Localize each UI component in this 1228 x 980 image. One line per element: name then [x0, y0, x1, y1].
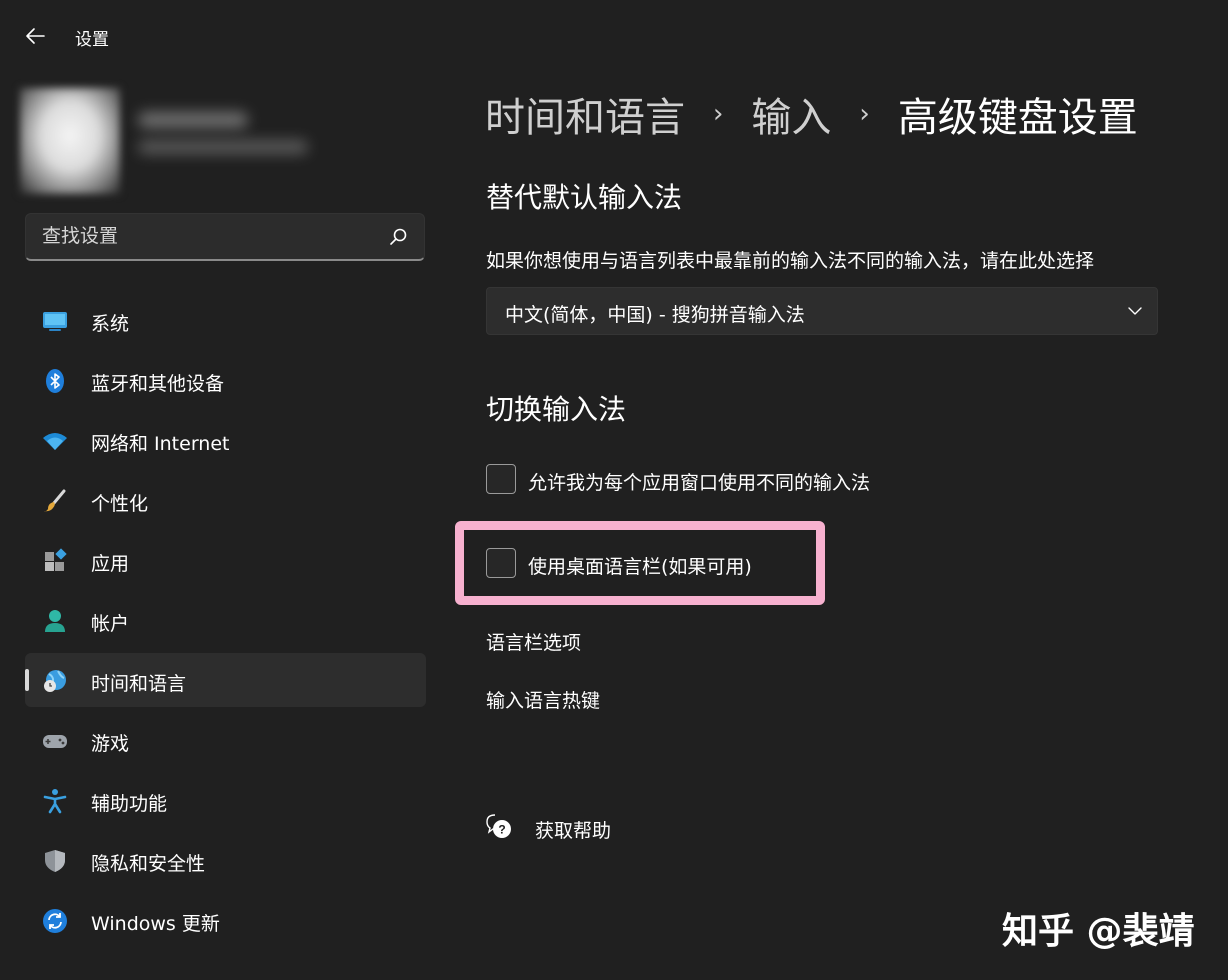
sidebar-item-label: 游戏: [91, 733, 130, 755]
sidebar-item-label: 应用: [91, 553, 130, 575]
input-language-hotkeys-link[interactable]: 输入语言热键: [486, 686, 600, 713]
arrow-left-icon: [26, 28, 45, 44]
watermark: 知乎 @裴靖: [1002, 911, 1195, 952]
desktop-language-bar-option[interactable]: 使用桌面语言栏(如果可用): [486, 548, 786, 580]
wifi-icon: [43, 433, 67, 450]
user-profile[interactable]: [20, 88, 320, 194]
breadcrumb-separator: ›: [713, 99, 724, 129]
sidebar-item-label: 帐户: [91, 613, 130, 635]
sidebar-item-gaming[interactable]: 游戏: [25, 713, 426, 767]
dropdown-selected-value: 中文(简体，中国) - 搜狗拼音输入法: [505, 304, 805, 326]
title-bar: 设置: [0, 0, 1228, 72]
sidebar-item-time-language[interactable]: 时间和语言: [25, 653, 426, 707]
override-section-title: 替代默认输入法: [486, 181, 683, 214]
per-app-input-checkbox[interactable]: [486, 464, 516, 494]
help-label: 获取帮助: [535, 820, 612, 842]
breadcrumb-item-input[interactable]: 输入: [751, 85, 831, 143]
sidebar-item-label: 系统: [91, 313, 130, 335]
sidebar-item-label: 隐私和安全性: [91, 853, 206, 875]
sidebar-item-network[interactable]: 网络和 Internet: [25, 413, 426, 467]
update-icon: [43, 909, 67, 933]
search-input[interactable]: [26, 214, 366, 258]
sidebar-item-personalization[interactable]: 个性化: [25, 473, 426, 527]
search-icon[interactable]: [388, 227, 408, 247]
sidebar-item-windows-update[interactable]: Windows 更新: [25, 893, 426, 947]
per-app-input-label: 允许我为每个应用窗口使用不同的输入法: [528, 472, 871, 494]
switch-section-title: 切换输入法: [486, 393, 627, 426]
app-title: 设置: [75, 30, 109, 50]
help-icon: ?: [486, 814, 511, 838]
sidebar-item-label: 辅助功能: [91, 793, 168, 815]
sidebar-item-accessibility[interactable]: 辅助功能: [25, 773, 426, 827]
per-app-input-option[interactable]: 允许我为每个应用窗口使用不同的输入法: [486, 464, 926, 496]
breadcrumb: 时间和语言 › 输入 › 高级键盘设置: [485, 84, 1138, 144]
monitor-icon: [43, 312, 67, 331]
sidebar-item-bluetooth[interactable]: 蓝牙和其他设备: [25, 353, 426, 407]
active-indicator: [25, 669, 29, 691]
sidebar-item-label: 时间和语言: [91, 673, 187, 695]
sidebar-item-privacy[interactable]: 隐私和安全性: [25, 833, 426, 887]
blurred-user-email: [138, 140, 308, 154]
sidebar-nav: 系统 蓝牙和其他设备 网络和 Internet 个性化 应用 帐户 时间和语言 …: [25, 293, 426, 953]
override-description: 如果你想使用与语言列表中最靠前的输入法不同的输入法，请在此处选择: [486, 250, 1095, 272]
svg-text:?: ?: [498, 823, 505, 837]
bluetooth-icon: [46, 369, 64, 393]
globe-clock-icon: [44, 670, 66, 692]
input-method-dropdown[interactable]: 中文(简体，中国) - 搜狗拼音输入法: [486, 287, 1158, 335]
accessibility-icon: [43, 789, 67, 814]
sidebar-item-label: 网络和 Internet: [91, 433, 230, 455]
breadcrumb-separator: ›: [859, 99, 870, 129]
desktop-language-bar-checkbox[interactable]: [486, 548, 516, 578]
back-button[interactable]: [22, 22, 50, 50]
settings-window: 设置 系统 蓝牙和其他设备: [0, 0, 1228, 980]
sidebar-item-system[interactable]: 系统: [25, 293, 426, 347]
chevron-down-icon: [1128, 307, 1142, 315]
avatar: [20, 88, 120, 194]
brush-icon: [44, 489, 66, 512]
sidebar-item-label: 个性化: [91, 493, 149, 515]
apps-icon: [45, 548, 67, 571]
sidebar-item-label: Windows 更新: [91, 913, 220, 935]
page-title: 高级键盘设置: [897, 95, 1138, 141]
sidebar-item-label: 蓝牙和其他设备: [91, 373, 225, 395]
shield-icon: [45, 850, 65, 872]
sidebar-item-accounts[interactable]: 帐户: [25, 593, 426, 647]
blurred-user-name: [138, 112, 248, 128]
breadcrumb-item-time-language[interactable]: 时间和语言: [485, 85, 685, 143]
gamepad-icon: [43, 735, 67, 748]
sidebar-item-apps[interactable]: 应用: [25, 533, 426, 587]
desktop-language-bar-label: 使用桌面语言栏(如果可用): [528, 556, 752, 578]
person-icon: [45, 610, 65, 632]
language-bar-options-link[interactable]: 语言栏选项: [486, 628, 581, 655]
search-box: [25, 213, 425, 261]
